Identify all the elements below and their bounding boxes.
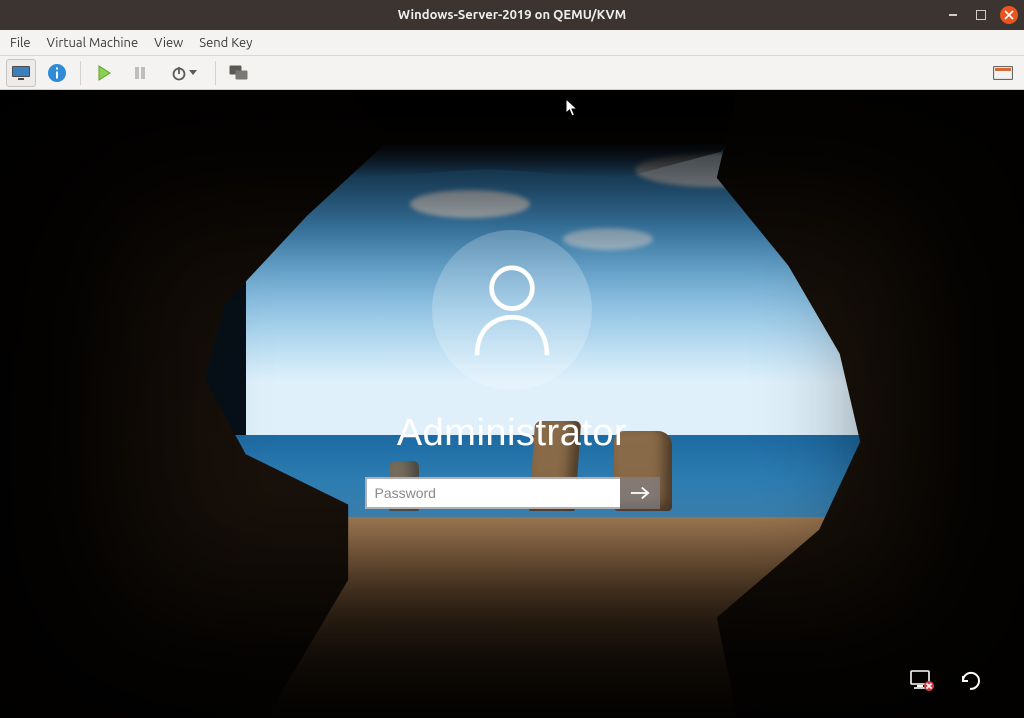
pause-button[interactable] [125,59,155,87]
virt-manager-window: Windows-Server-2019 on QEMU/KVM File Vir… [0,0,1024,718]
logon-options [910,668,984,694]
toolbar [0,56,1024,90]
ease-of-access-button[interactable] [958,668,984,694]
run-button[interactable] [89,59,119,87]
snapshots-button[interactable] [224,59,254,87]
info-icon [47,63,67,83]
details-view-button[interactable] [42,59,72,87]
pause-icon [133,66,147,80]
power-menu-icon [171,65,187,81]
menu-send-key[interactable]: Send Key [199,36,252,50]
window-title: Windows-Server-2019 on QEMU/KVM [398,8,626,22]
menu-virtual-machine[interactable]: Virtual Machine [47,36,139,50]
window-controls [944,0,1018,30]
console-view-button[interactable] [6,59,36,87]
network-signin-icon [910,670,936,692]
password-input[interactable] [365,477,620,509]
arrow-right-icon [630,485,650,501]
toolbar-separator [80,61,81,85]
titlebar[interactable]: Windows-Server-2019 on QEMU/KVM [0,0,1024,30]
menu-file[interactable]: File [10,36,31,50]
guest-display[interactable]: Administrator [0,90,1024,718]
menubar: File Virtual Machine View Send Key [0,30,1024,56]
ease-of-access-icon [959,669,983,693]
username-label: Administrator [397,412,627,455]
minimize-button[interactable] [944,6,962,24]
fullscreen-icon [993,66,1013,80]
maximize-button[interactable] [972,6,990,24]
close-button[interactable] [1000,6,1018,24]
chevron-down-icon [189,70,197,76]
network-signin-button[interactable] [910,668,936,694]
play-icon [96,65,112,81]
console-icon [11,65,31,81]
snapshot-icon [229,65,249,81]
login-panel: Administrator [0,90,1024,718]
submit-login-button[interactable] [620,477,660,509]
user-avatar [432,230,592,390]
fullscreen-button[interactable] [988,59,1018,87]
menu-view[interactable]: View [154,36,183,50]
toolbar-separator [215,61,216,85]
user-icon [468,262,556,358]
power-menu-button[interactable] [161,59,207,87]
password-row [365,477,660,509]
